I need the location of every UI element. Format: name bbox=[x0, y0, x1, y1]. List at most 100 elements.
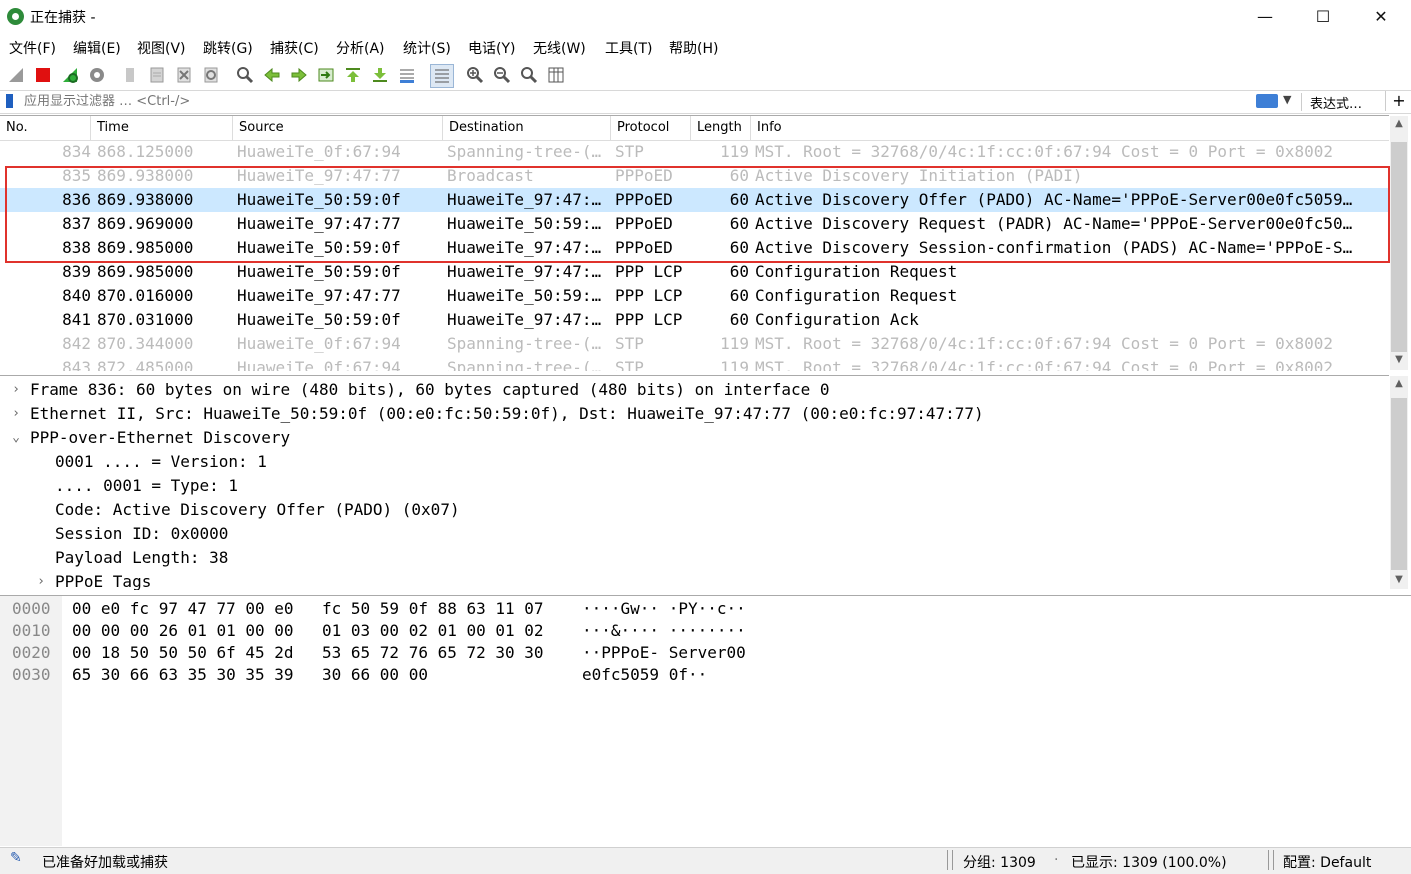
hex-bytes-group2[interactable]: 53 65 72 76 65 72 30 30 bbox=[322, 642, 544, 664]
menu-wireless[interactable]: 无线(W) bbox=[533, 38, 586, 58]
expand-arrow-icon[interactable]: › bbox=[7, 402, 25, 426]
zoom-in-icon[interactable] bbox=[465, 65, 485, 85]
scrollbar-thumb[interactable] bbox=[1391, 142, 1407, 352]
details-scrollbar[interactable]: ▲ ▼ bbox=[1390, 376, 1408, 589]
main-toolbar bbox=[0, 61, 1411, 89]
menu-edit[interactable]: 编辑(E) bbox=[73, 38, 121, 58]
detail-tree-item[interactable]: PPP-over-Ethernet Discovery bbox=[30, 426, 290, 450]
open-file-icon[interactable] bbox=[120, 65, 140, 85]
resize-columns-icon[interactable] bbox=[546, 65, 566, 85]
column-header-info[interactable]: Info bbox=[751, 116, 1389, 140]
column-header-no[interactable]: No. bbox=[0, 116, 91, 140]
packet-row[interactable]: 843 872.485000 HuaweiTe_0f:67:94 Spanning-t… bbox=[0, 356, 1389, 371]
capture-options-icon[interactable] bbox=[87, 65, 107, 85]
detail-tree-item[interactable]: 0001 .... = Version: 1 bbox=[55, 450, 267, 474]
column-header-source[interactable]: Source bbox=[233, 116, 443, 140]
scroll-down-arrow-icon[interactable]: ▼ bbox=[1390, 352, 1408, 368]
filter-history-dropdown-icon[interactable]: ▼ bbox=[1283, 93, 1291, 106]
ascii-bytes[interactable]: ····Gw·· ·PY··c·· bbox=[582, 598, 746, 620]
status-displayed-count: 已显示: 1309 (100.0%) bbox=[1071, 855, 1227, 871]
byte-offset[interactable]: 0020 bbox=[12, 642, 51, 664]
hex-bytes-group2[interactable]: fc 50 59 0f 88 63 11 07 bbox=[322, 598, 544, 620]
detail-tree-item[interactable]: .... 0001 = Type: 1 bbox=[55, 474, 238, 498]
go-last-icon[interactable] bbox=[370, 65, 390, 85]
normal-size-icon[interactable] bbox=[519, 65, 539, 85]
packet-row[interactable]: 839 869.985000 HuaweiTe_50:59:0f HuaweiTe_9… bbox=[0, 260, 1389, 284]
detail-tree-item[interactable]: Ethernet II, Src: HuaweiTe_50:59:0f (00:… bbox=[30, 402, 984, 426]
hex-bytes-group1[interactable]: 65 30 66 63 35 30 35 39 bbox=[72, 664, 294, 686]
byte-offset[interactable]: 0000 bbox=[12, 598, 51, 620]
add-filter-button[interactable]: + bbox=[1385, 91, 1411, 111]
go-forward-icon[interactable] bbox=[289, 65, 309, 85]
auto-scroll-icon[interactable] bbox=[397, 65, 417, 85]
minimize-button[interactable]: — bbox=[1236, 0, 1294, 33]
reload-file-icon[interactable] bbox=[201, 65, 221, 85]
ascii-bytes[interactable]: e0fc5059 0f·· bbox=[582, 664, 707, 686]
collapse-arrow-icon[interactable]: ⌄ bbox=[7, 426, 25, 450]
byte-offset[interactable]: 0030 bbox=[12, 664, 51, 686]
packet-row[interactable]: 835 869.938000 HuaweiTe_97:47:77 Broadcast P… bbox=[0, 164, 1389, 188]
hex-bytes-group1[interactable]: 00 18 50 50 50 6f 45 2d bbox=[72, 642, 294, 664]
packet-row[interactable]: 841 870.031000 HuaweiTe_50:59:0f HuaweiTe_9… bbox=[0, 308, 1389, 332]
column-header-length[interactable]: Length bbox=[691, 116, 751, 140]
status-profile[interactable]: 配置: Default bbox=[1283, 852, 1371, 872]
column-header-destination[interactable]: Destination bbox=[443, 116, 611, 140]
packet-row[interactable]: 842 870.344000 HuaweiTe_0f:67:94 Spanning-t… bbox=[0, 332, 1389, 356]
detail-tree-item[interactable]: Session ID: 0x0000 bbox=[55, 522, 228, 546]
bookmark-icon[interactable] bbox=[6, 94, 13, 108]
menu-tools[interactable]: 工具(T) bbox=[605, 38, 652, 58]
stop-capture-icon[interactable] bbox=[33, 65, 53, 85]
detail-tree-item[interactable]: Payload Length: 38 bbox=[55, 546, 228, 570]
restart-capture-icon[interactable] bbox=[60, 65, 80, 85]
menu-view[interactable]: 视图(V) bbox=[137, 38, 186, 58]
shark-fin-icon[interactable] bbox=[6, 65, 26, 85]
column-header-protocol[interactable]: Protocol bbox=[611, 116, 691, 140]
menu-analyze[interactable]: 分析(A) bbox=[336, 38, 385, 58]
close-file-icon[interactable] bbox=[174, 65, 194, 85]
detail-tree-item[interactable]: Code: Active Discovery Offer (PADO) (0x0… bbox=[55, 498, 460, 522]
ascii-bytes[interactable]: ··PPPoE- Server00 bbox=[582, 642, 746, 664]
hex-bytes-group2[interactable]: 01 03 00 02 01 00 01 02 bbox=[322, 620, 544, 642]
hex-bytes-group1[interactable]: 00 e0 fc 97 47 77 00 e0 bbox=[72, 598, 294, 620]
menu-telephony[interactable]: 电话(Y) bbox=[468, 38, 515, 58]
packet-row[interactable]: 837 869.969000 HuaweiTe_97:47:77 HuaweiTe_5… bbox=[0, 212, 1389, 236]
detail-tree-item[interactable]: PPPoE Tags bbox=[55, 570, 151, 590]
scroll-down-arrow-icon[interactable]: ▼ bbox=[1390, 572, 1408, 588]
menu-statistics[interactable]: 统计(S) bbox=[403, 38, 451, 58]
colorize-icon[interactable] bbox=[430, 64, 454, 88]
byte-offset[interactable]: 0010 bbox=[12, 620, 51, 642]
hex-bytes-group2[interactable]: 30 66 00 00 bbox=[322, 664, 428, 686]
detail-tree-item[interactable]: Frame 836: 60 bytes on wire (480 bits), … bbox=[30, 378, 830, 402]
display-filter-input[interactable] bbox=[20, 92, 1258, 110]
column-header-time[interactable]: Time bbox=[91, 116, 233, 140]
scroll-up-arrow-icon[interactable]: ▲ bbox=[1390, 116, 1408, 132]
expand-arrow-icon[interactable]: › bbox=[32, 570, 50, 590]
packet-list-scrollbar[interactable]: ▲ ▼ bbox=[1390, 116, 1408, 370]
ascii-bytes[interactable]: ···&···· ········ bbox=[582, 620, 746, 642]
close-button[interactable]: ✕ bbox=[1352, 0, 1410, 33]
scroll-up-arrow-icon[interactable]: ▲ bbox=[1390, 376, 1408, 392]
menu-go[interactable]: 跳转(G) bbox=[203, 38, 253, 58]
packet-row[interactable]: 836 869.938000 HuaweiTe_50:59:0f HuaweiTe_9… bbox=[0, 188, 1389, 212]
go-first-icon[interactable] bbox=[343, 65, 363, 85]
hex-bytes-group1[interactable]: 00 00 00 26 01 01 00 00 bbox=[72, 620, 294, 642]
expression-button[interactable]: 表达式… bbox=[1301, 93, 1380, 112]
go-to-packet-icon[interactable] bbox=[316, 65, 336, 85]
packet-row[interactable]: 838 869.985000 HuaweiTe_50:59:0f HuaweiTe_9… bbox=[0, 236, 1389, 260]
menu-capture[interactable]: 捕获(C) bbox=[270, 38, 319, 58]
packet-row[interactable]: 840 870.016000 HuaweiTe_97:47:77 HuaweiTe_5… bbox=[0, 284, 1389, 308]
packet-time: 869.938000 bbox=[97, 190, 194, 209]
scrollbar-thumb[interactable] bbox=[1391, 398, 1407, 570]
find-packet-icon[interactable] bbox=[235, 65, 255, 85]
save-file-icon[interactable] bbox=[147, 65, 167, 85]
expert-info-icon[interactable]: ✎ bbox=[10, 850, 22, 866]
maximize-button[interactable]: ☐ bbox=[1294, 0, 1352, 33]
menu-file[interactable]: 文件(F) bbox=[9, 38, 56, 58]
packet-row[interactable]: 834 868.125000 HuaweiTe_0f:67:94 Spanning-t… bbox=[0, 140, 1389, 164]
go-back-icon[interactable] bbox=[262, 65, 282, 85]
zoom-out-icon[interactable] bbox=[492, 65, 512, 85]
apply-filter-arrow-icon[interactable] bbox=[1256, 94, 1278, 108]
packet-protocol: PPPoED bbox=[615, 238, 673, 257]
menu-help[interactable]: 帮助(H) bbox=[669, 38, 718, 58]
expand-arrow-icon[interactable]: › bbox=[7, 378, 25, 402]
